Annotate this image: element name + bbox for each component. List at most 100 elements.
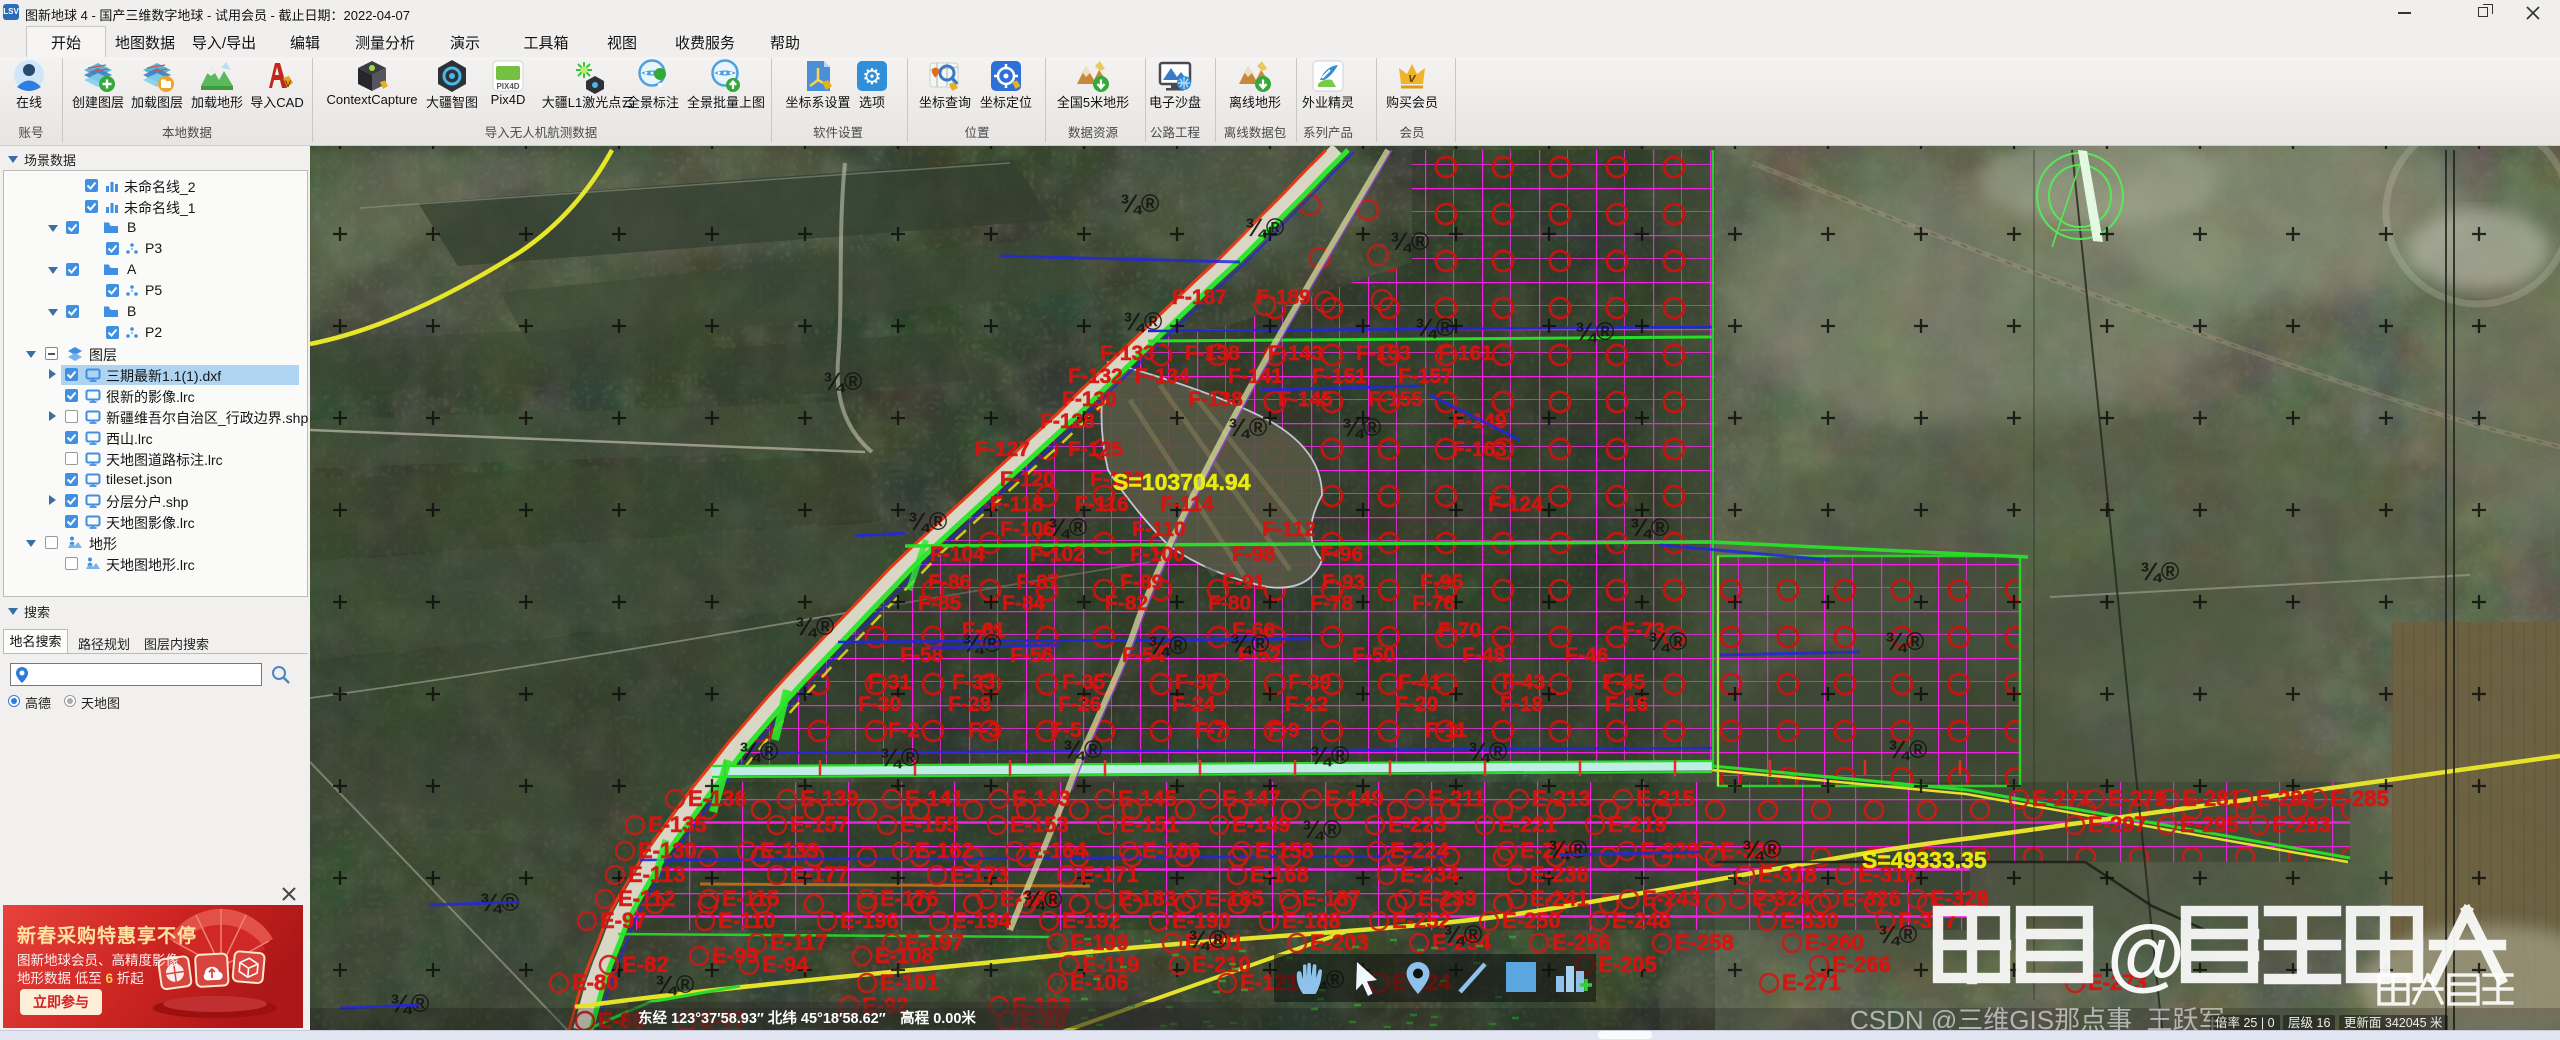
svg-text:E-219: E-219	[1608, 812, 1667, 837]
svg-text:S=49333.35: S=49333.35	[1862, 847, 1987, 873]
svg-text:E-228: E-228	[1640, 838, 1699, 863]
svg-text:F-48: F-48	[1462, 644, 1506, 667]
svg-text:¾®: ¾®	[1310, 742, 1350, 770]
svg-text:¾®: ¾®	[1548, 836, 1588, 864]
svg-text:E-153: E-153	[1010, 812, 1069, 837]
svg-text:⚙: ⚙	[862, 64, 882, 89]
svg-text:E-135: E-135	[648, 812, 707, 837]
svg-text:F-157: F-157	[1398, 365, 1453, 388]
svg-text:¾®: ¾®	[655, 971, 695, 999]
svg-text:E-130: E-130	[638, 838, 697, 863]
svg-text:F-155: F-155	[1368, 388, 1423, 411]
svg-text:E-279: E-279	[2108, 786, 2167, 811]
svg-text:F-85: F-85	[918, 592, 962, 615]
svg-text:F-78: F-78	[1310, 592, 1354, 615]
svg-text:E-149: E-149	[1325, 786, 1384, 811]
svg-text:E-183: E-183	[1118, 886, 1177, 911]
svg-text:F-43: F-43	[1502, 671, 1545, 694]
svg-text:F-125: F-125	[1068, 438, 1123, 461]
svg-text:E-141: E-141	[905, 786, 964, 811]
svg-text:F-114: F-114	[1160, 493, 1214, 516]
svg-text:¾®: ¾®	[1878, 921, 1918, 949]
svg-text:F-76: F-76	[1412, 592, 1455, 615]
svg-text:PIX4D: PIX4D	[496, 82, 519, 91]
svg-text:F-100: F-100	[1130, 543, 1185, 566]
svg-text:¾®: ¾®	[1148, 632, 1188, 660]
svg-text:F-7: F-7	[1195, 719, 1227, 742]
svg-text:¾®: ¾®	[739, 738, 779, 766]
svg-text:E-248: E-248	[1612, 908, 1671, 933]
svg-text:F-70: F-70	[1438, 619, 1481, 642]
svg-text:E-171: E-171	[1080, 862, 1139, 887]
svg-text:@: @	[2107, 909, 2185, 998]
svg-text:¾®: ¾®	[1342, 414, 1382, 442]
svg-text:E-213: E-213	[1532, 786, 1591, 811]
svg-text:E-295: E-295	[2180, 812, 2239, 837]
svg-text:E-221: E-221	[1498, 812, 1557, 837]
svg-text:F-116: F-116	[1075, 493, 1129, 516]
svg-text:E-162: E-162	[915, 838, 974, 863]
svg-text:¾®: ¾®	[1228, 414, 1268, 442]
svg-text:F-187: F-187	[1172, 286, 1227, 309]
svg-text:E-224: E-224	[1390, 838, 1449, 863]
svg-text:E-143: E-143	[1012, 786, 1071, 811]
svg-text:¾®: ¾®	[1575, 318, 1615, 346]
svg-text:E-271: E-271	[1782, 970, 1841, 995]
svg-text:E-157: E-157	[790, 812, 849, 837]
svg-text:F-41: F-41	[1398, 671, 1442, 694]
svg-text:E-139: E-139	[800, 786, 859, 811]
svg-text:F-134: F-134	[1135, 365, 1190, 388]
svg-text:¾®: ¾®	[1188, 926, 1228, 954]
svg-text:F-82: F-82	[1105, 592, 1148, 615]
svg-text:E-281: E-281	[2182, 786, 2241, 811]
svg-text:¾®: ¾®	[1123, 308, 1163, 336]
svg-text:E-151: E-151	[1120, 812, 1179, 837]
svg-text:¾®: ¾®	[1630, 514, 1670, 542]
svg-text:E-266: E-266	[1832, 952, 1891, 977]
svg-text:F-89: F-89	[1120, 571, 1163, 594]
svg-text:¾®: ¾®	[1390, 228, 1430, 256]
svg-text:E-166: E-166	[1142, 838, 1201, 863]
svg-text:¾®: ¾®	[823, 368, 863, 396]
svg-text:E-258: E-258	[1675, 930, 1734, 955]
svg-text:E-215: E-215	[1636, 786, 1695, 811]
svg-text:¾®: ¾®	[908, 508, 948, 536]
svg-text:E-205: E-205	[1598, 952, 1657, 977]
svg-text:F-46: F-46	[1565, 644, 1608, 667]
svg-text:V: V	[285, 79, 291, 89]
svg-text:S=103704.94: S=103704.94	[1113, 469, 1251, 495]
svg-text:F-86: F-86	[928, 571, 971, 594]
svg-text:¾®: ¾®	[1230, 630, 1270, 658]
svg-text:F-124: F-124	[1488, 493, 1543, 516]
svg-text:¾®: ¾®	[1885, 628, 1925, 656]
svg-text:E-236: E-236	[1530, 862, 1589, 887]
svg-text:¾®: ¾®	[1048, 514, 1088, 542]
svg-text:¾®: ¾®	[795, 613, 835, 641]
svg-text:E-223: E-223	[1388, 812, 1447, 837]
svg-text:F-84: F-84	[1002, 592, 1046, 615]
svg-text:F-138: F-138	[1185, 342, 1240, 365]
svg-text:F-104: F-104	[930, 543, 985, 566]
svg-text:E-277: E-277	[2032, 786, 2091, 811]
svg-text:F-20: F-20	[1395, 693, 1438, 716]
svg-text:F-9: F-9	[1268, 719, 1300, 742]
svg-text:E-97: E-97	[600, 908, 646, 933]
svg-text:F-128: F-128	[1040, 410, 1095, 433]
svg-text:¾®: ¾®	[1468, 738, 1508, 766]
svg-text:E-211: E-211	[1428, 786, 1486, 811]
svg-text:E-164: E-164	[1028, 838, 1087, 863]
svg-text:F-35: F-35	[1062, 671, 1106, 694]
svg-text:E-177: E-177	[790, 862, 849, 887]
svg-text:E-155: E-155	[900, 812, 959, 837]
svg-text:E-149: E-149	[1232, 812, 1291, 837]
svg-text:¾®: ¾®	[1648, 628, 1688, 656]
svg-text:E-168: E-168	[1250, 862, 1309, 887]
svg-text:¾®: ¾®	[1063, 736, 1103, 764]
svg-text:E-318: E-318	[1758, 862, 1817, 887]
svg-text:E-297: E-297	[2088, 812, 2147, 837]
svg-text:F-141: F-141	[1228, 365, 1283, 388]
svg-text:F-145: F-145	[1278, 388, 1333, 411]
svg-text:E-136: E-136	[688, 786, 747, 811]
svg-text:F-143: F-143	[1268, 342, 1323, 365]
svg-text:E-203: E-203	[1310, 930, 1369, 955]
